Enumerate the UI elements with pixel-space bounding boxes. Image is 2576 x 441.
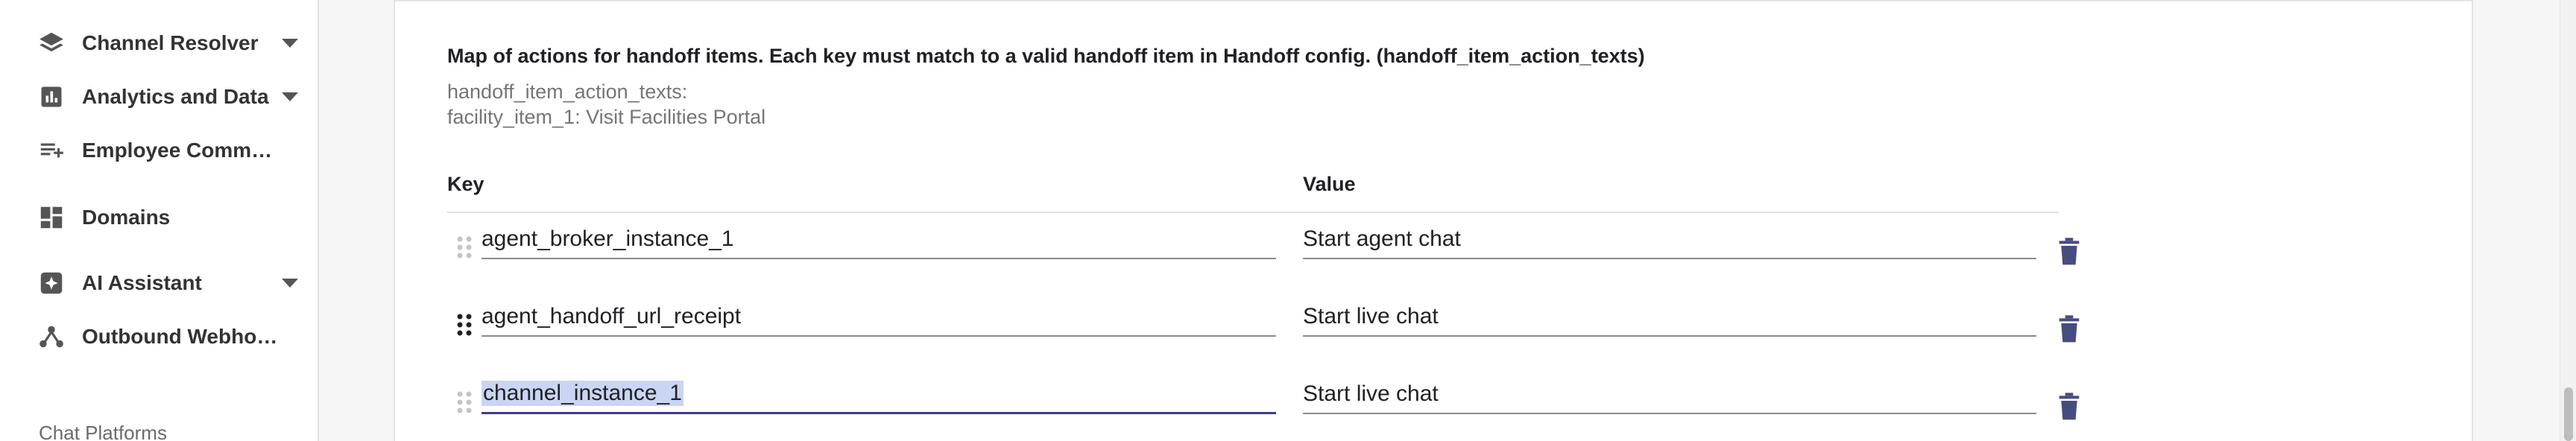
trash-icon xyxy=(2059,238,2080,265)
key-input[interactable]: agent_handoff_url_receipt xyxy=(482,301,1276,337)
sparkle-icon xyxy=(36,267,67,299)
webhook-icon xyxy=(36,321,67,352)
sidebar-item-label: Channel Resolver xyxy=(82,31,259,54)
delete-row-button[interactable] xyxy=(2054,313,2084,346)
delete-row-button[interactable] xyxy=(2054,390,2084,423)
sidebar-item-label: AI Assistant xyxy=(82,271,202,294)
trash-icon xyxy=(2059,315,2080,343)
preview-line: handoff_item_action_texts: xyxy=(447,80,688,103)
sidebar-item-label: Analytics and Data xyxy=(82,85,269,108)
preview-line: facility_item_1: Visit Facilities Portal xyxy=(447,106,766,128)
bar-chart-icon xyxy=(36,81,67,112)
value-input-value: Start agent chat xyxy=(1303,226,1461,251)
sidebar-item-label: Outbound Webhooks xyxy=(82,325,283,348)
value-input-value: Start live chat xyxy=(1303,381,1439,406)
layers-icon xyxy=(36,28,67,59)
field-description: Map of actions for handoff items. Each k… xyxy=(447,45,1645,67)
sidebar-section-heading: Chat Platforms xyxy=(39,422,167,441)
sidebar-item-label: Employee Commun… xyxy=(82,139,283,162)
chevron-down-icon[interactable] xyxy=(282,39,298,48)
sidebar: Channel Resolver Analytics and Data Empl… xyxy=(0,0,319,441)
chevron-down-icon[interactable] xyxy=(282,279,298,288)
drag-handle-icon[interactable] xyxy=(453,310,476,340)
page-scrollbar[interactable] xyxy=(2560,0,2576,441)
value-input[interactable]: Start live chat xyxy=(1303,301,2036,337)
sidebar-item-analytics-and-data[interactable]: Analytics and Data xyxy=(36,80,304,113)
drag-handle-icon[interactable] xyxy=(453,232,476,262)
delete-row-button[interactable] xyxy=(2054,235,2084,268)
key-input[interactable]: agent_broker_instance_1 xyxy=(482,223,1276,259)
value-input-value: Start live chat xyxy=(1303,304,1439,329)
sidebar-item-employee-communications[interactable]: Employee Commun… xyxy=(36,134,304,167)
partial-nav-icon xyxy=(36,0,66,4)
config-card: Map of actions for handoff items. Each k… xyxy=(394,0,2473,441)
sidebar-item-channel-resolver[interactable]: Channel Resolver xyxy=(36,27,304,60)
value-input[interactable]: Start agent chat xyxy=(1303,223,2036,259)
sidebar-item-domains[interactable]: Domains xyxy=(36,201,304,234)
trash-icon xyxy=(2059,393,2080,420)
drag-handle-icon[interactable] xyxy=(453,387,476,417)
scrollbar-thumb[interactable] xyxy=(2564,387,2573,441)
key-input-value: agent_broker_instance_1 xyxy=(482,226,734,251)
value-column-header: Value xyxy=(1303,173,1356,195)
chevron-down-icon[interactable] xyxy=(282,92,298,101)
key-input-value: agent_handoff_url_receipt xyxy=(482,304,742,329)
sidebar-item-outbound-webhooks[interactable]: Outbound Webhooks xyxy=(36,320,304,353)
sidebar-item-label: Domains xyxy=(82,206,171,229)
dashboard-icon xyxy=(36,202,67,233)
main-content: Map of actions for handoff items. Each k… xyxy=(319,0,2576,441)
sidebar-item-ai-assistant[interactable]: AI Assistant xyxy=(36,267,304,299)
value-input[interactable]: Start live chat xyxy=(1303,378,2036,414)
playlist-add-icon xyxy=(36,135,67,166)
key-column-header: Key xyxy=(447,173,484,195)
key-input-value: channel_instance_1 xyxy=(482,381,684,406)
key-input[interactable]: channel_instance_1 xyxy=(482,378,1276,414)
header-divider xyxy=(447,212,2059,213)
value-preview: handoff_item_action_texts: facility_item… xyxy=(447,79,765,130)
